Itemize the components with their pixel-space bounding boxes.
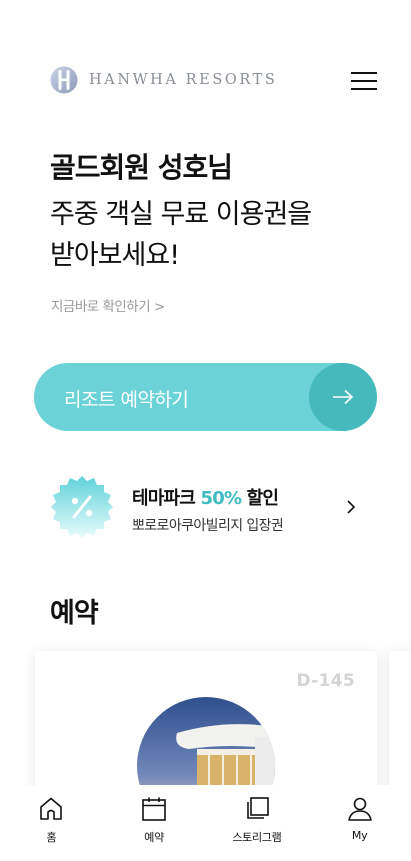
percent-badge-icon: [51, 476, 113, 538]
check-now-link[interactable]: 지금바로 확인하기 >: [51, 295, 165, 315]
tab-home[interactable]: 홈: [0, 785, 103, 861]
tab-storygram-label: 스토리그램: [232, 831, 282, 844]
tab-reservation-label: 예약: [144, 831, 164, 844]
stacked-pages-icon: [247, 797, 269, 819]
bottom-tab-bar: 홈 예약 스토리그램 My: [0, 785, 411, 861]
reservation-button-circle: [309, 363, 377, 431]
reservation-section-title: 예약: [50, 598, 99, 629]
arrow-right-icon: [333, 389, 354, 405]
tab-my[interactable]: My: [308, 785, 411, 861]
dday-counter: D-145: [296, 671, 355, 691]
discount-subtitle: 뽀로로아쿠아빌리지 입장권: [132, 518, 284, 534]
app-header: HANWHA RESORTS: [0, 55, 411, 105]
person-icon: [347, 797, 372, 821]
brand-name: HANWHA RESORTS: [89, 72, 278, 88]
menu-button[interactable]: [351, 71, 377, 91]
promo-line-2: 받아보세요!: [50, 240, 180, 271]
promo-headline: 주중 객실 무료 이용권을 받아보세요!: [50, 194, 312, 276]
tab-home-label: 홈: [46, 831, 57, 844]
tab-storygram[interactable]: 스토리그램: [206, 785, 309, 861]
tab-reservation[interactable]: 예약: [103, 785, 206, 861]
home-icon: [40, 797, 63, 820]
theme-park-discount-banner[interactable]: 테마파크 50% 할인 뽀로로아쿠아빌리지 입장권: [50, 475, 380, 541]
hanwha-logo-icon: [50, 66, 78, 94]
reservation-button-label: 리조트 예약하기: [64, 389, 189, 411]
resort-reservation-button[interactable]: 리조트 예약하기: [34, 363, 377, 431]
discount-percentage: 50%: [200, 488, 242, 509]
hamburger-menu-icon: [351, 72, 377, 74]
calendar-icon: [142, 797, 166, 821]
promo-line-1: 주중 객실 무료 이용권을: [50, 199, 312, 230]
brand-logo[interactable]: HANWHA RESORTS: [50, 66, 277, 94]
tab-my-label: My: [351, 829, 368, 842]
member-greeting: 골드회원 성호님: [50, 151, 233, 184]
discount-title: 테마파크 50% 할인: [132, 488, 279, 509]
chevron-right-icon: [347, 500, 356, 514]
